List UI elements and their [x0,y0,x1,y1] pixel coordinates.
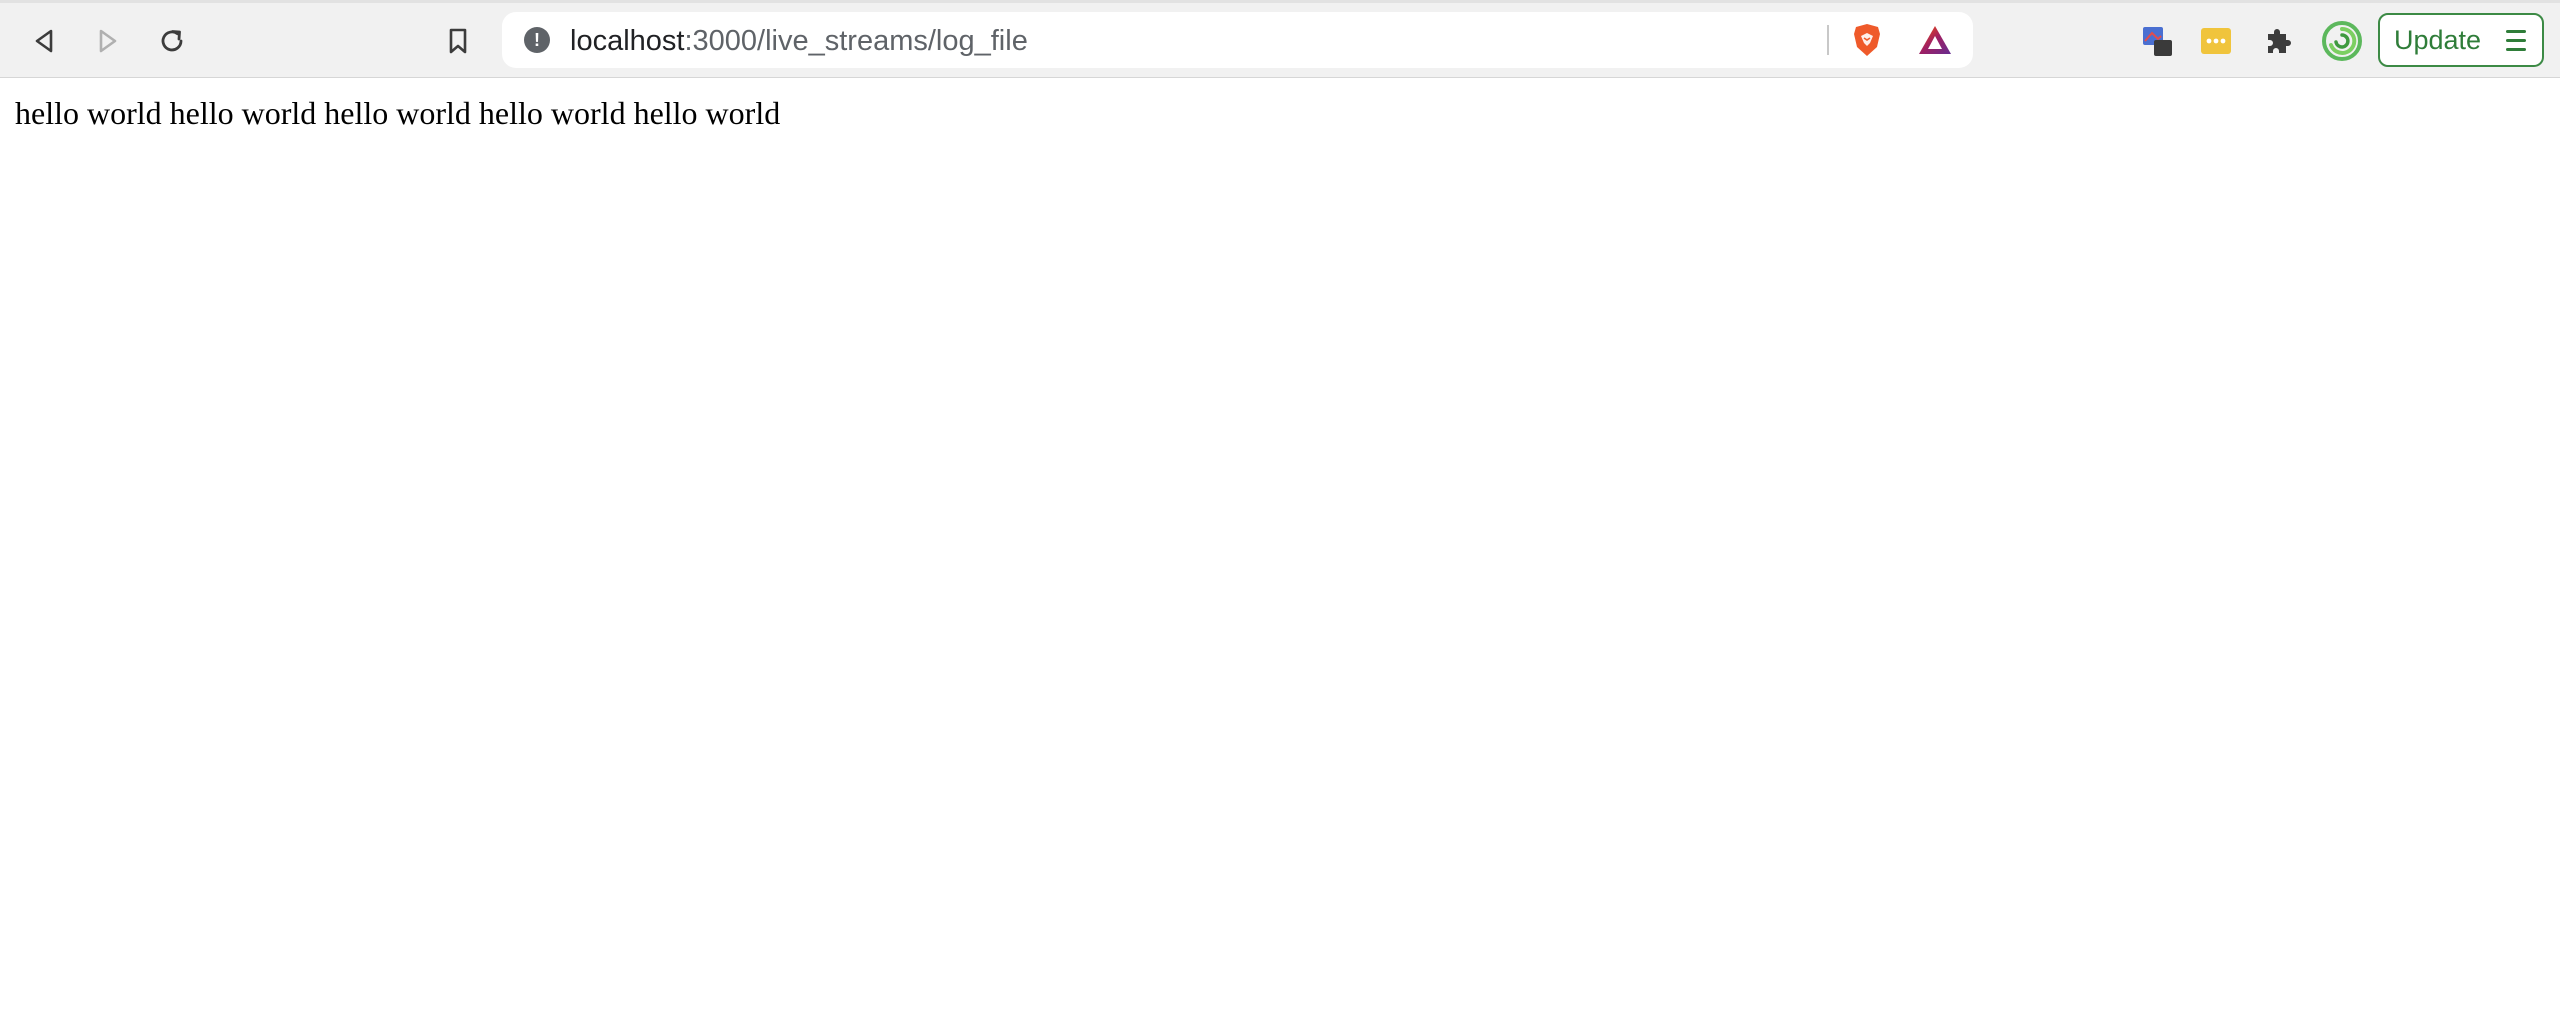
back-arrow-icon [35,29,53,53]
extensions-puzzle-icon [2268,29,2291,53]
brave-rewards-icon [1919,26,1951,54]
bookmark-icon [449,28,467,54]
extension-screenshot-button[interactable] [2135,19,2179,63]
extension-green-swirl-icon [2322,21,2362,61]
reload-icon [161,30,183,52]
url-host: localhost [570,25,685,57]
hamburger-menu-icon [2506,30,2526,52]
forward-button[interactable] [86,19,130,63]
browser-toolbar: ! localhost:3000/live_streams/log_file U… [0,0,2560,78]
extension-green-swirl-button[interactable] [2320,19,2364,63]
extensions-menu-button[interactable] [2256,19,2300,63]
omnibox-divider [1827,25,1829,55]
brave-rewards-button[interactable] [1917,22,1953,58]
update-label: Update [2394,24,2482,55]
page-content: hello world hello world hello world hell… [0,78,2560,1028]
url-path: :3000/live_streams/log_file [684,25,1028,57]
extension-password-button[interactable] [2194,19,2238,63]
extension-screenshot-icon [2143,27,2172,56]
address-bar[interactable]: ! localhost:3000/live_streams/log_file [502,12,1973,68]
back-button[interactable] [22,19,66,63]
info-icon[interactable]: ! [524,27,550,53]
url-text[interactable]: localhost:3000/live_streams/log_file [570,26,1028,56]
forward-arrow-icon [99,29,117,53]
tab-strip-edge [0,0,2560,3]
brave-shields-button[interactable] [1849,22,1885,58]
bookmark-button[interactable] [436,19,480,63]
update-button[interactable]: Update [2378,13,2544,67]
brave-shields-icon [1854,24,1880,56]
extension-password-icon [2201,28,2231,54]
log-output-text: hello world hello world hello world hell… [15,95,781,131]
reload-button[interactable] [150,19,194,63]
